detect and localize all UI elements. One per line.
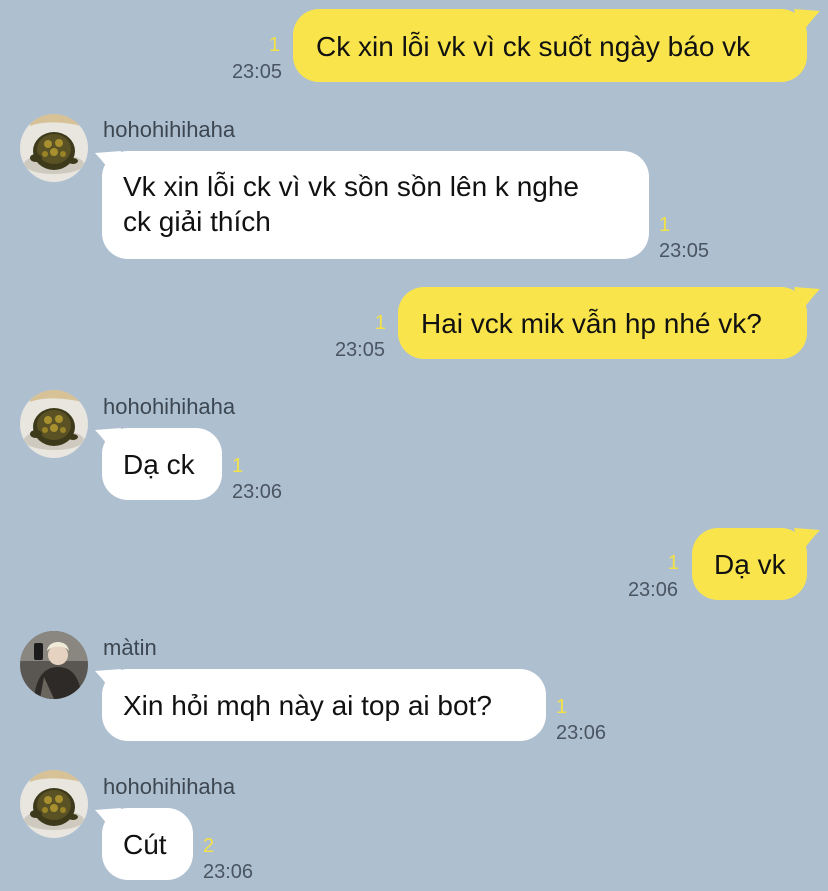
unread-count: 1 — [556, 696, 568, 718]
outgoing-message-bubble[interactable]: Dạ vk — [692, 528, 807, 600]
incoming-message-bubble[interactable]: Xin hỏi mqh này ai top ai bot? — [102, 669, 546, 741]
unread-count: 1 — [232, 455, 244, 477]
chat-area[interactable]: 1 23:05 Ck xin lỗi vk vì ck suốt ngày bá… — [0, 0, 828, 891]
incoming-message-bubble[interactable]: Cút — [102, 808, 193, 880]
sender-name: hohohihihaha — [103, 394, 236, 419]
turtle-avatar[interactable] — [20, 390, 88, 458]
message-time: 23:06 — [203, 861, 254, 883]
message-text: Ck xin lỗi vk vì ck suốt ngày báo vk — [316, 31, 751, 62]
turtle-avatar[interactable] — [20, 770, 88, 838]
message-text-line: Vk xin lỗi ck vì vk sồn sồn lên k nghe — [123, 171, 579, 202]
sender-name: hohohihihaha — [103, 774, 236, 799]
message-text: Xin hỏi mqh này ai top ai bot? — [123, 690, 492, 721]
incoming-message-bubble[interactable]: Dạ ck — [102, 428, 222, 500]
sender-name: hohohihihaha — [103, 117, 236, 142]
message-time: 23:06 — [232, 481, 283, 503]
outgoing-message-bubble[interactable]: Ck xin lỗi vk vì ck suốt ngày báo vk — [293, 9, 807, 82]
message-time: 23:05 — [231, 61, 282, 83]
message-text: Dạ ck — [123, 449, 195, 480]
bubble-tail — [794, 528, 820, 554]
unread-count: 1 — [667, 552, 679, 574]
sender-name: màtin — [103, 635, 157, 660]
message-text: Cút — [123, 829, 167, 860]
message-text: Dạ vk — [714, 549, 786, 580]
person-selfie-avatar[interactable] — [20, 631, 88, 699]
unread-count: 2 — [203, 835, 215, 857]
message-time: 23:06 — [627, 579, 678, 601]
outgoing-message-bubble[interactable]: Hai vck mik vẫn hp nhé vk? — [398, 287, 807, 359]
incoming-message-bubble[interactable]: Vk xin lỗi ck vì vk sồn sồn lên k nghe c… — [102, 151, 649, 259]
unread-count: 1 — [659, 214, 671, 236]
bubble-tail — [794, 9, 820, 35]
message-text: Hai vck mik vẫn hp nhé vk? — [421, 308, 762, 339]
message-time: 23:05 — [659, 240, 710, 262]
bubble-tail — [794, 287, 820, 313]
message-time: 23:05 — [334, 339, 385, 361]
unread-count: 1 — [268, 34, 280, 56]
unread-count: 1 — [374, 312, 386, 334]
turtle-avatar[interactable] — [20, 114, 88, 182]
message-time: 23:06 — [556, 722, 607, 744]
message-text-line: ck giải thích — [123, 206, 271, 237]
